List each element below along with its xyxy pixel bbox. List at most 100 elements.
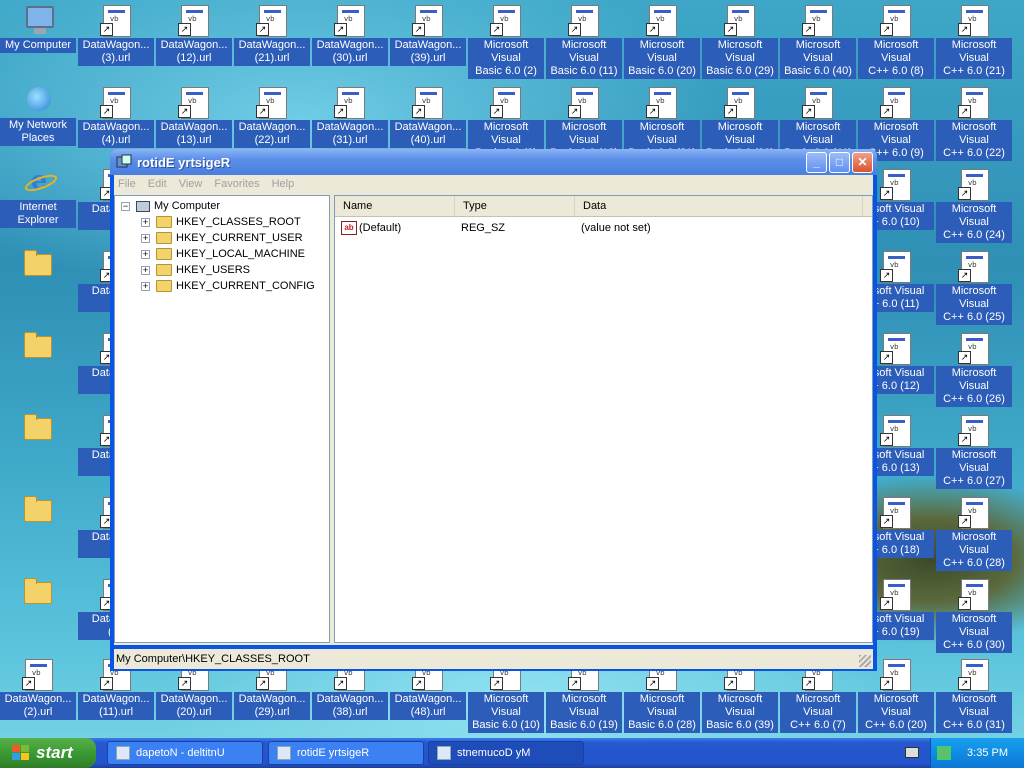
expand-icon[interactable]: + [141,249,150,259]
desktop-icon-mrb-1[interactable]: ↗ Microsoft Visual C++ 6.0 (25) [936,250,1012,325]
start-button[interactable]: start [0,738,96,768]
minimize-button[interactable]: _ [806,151,827,173]
tree-node-hkey-local-machine[interactable]: + HKEY_LOCAL_MACHINE [141,246,305,262]
close-button[interactable]: ✕ [852,151,873,173]
tree-node-hkey-current-user[interactable]: + HKEY_CURRENT_USER [141,230,303,246]
desktop-icon-mrb-4[interactable]: ↗ Microsoft Visual C++ 6.0 (28) [936,496,1012,571]
menu-view[interactable]: View [179,178,203,190]
tree-node-my-computer[interactable]: − My Computer [121,198,220,214]
desktop-icon-r1-6[interactable]: ↗ Microsoft Visual Basic 6.0 (11) [546,4,622,79]
icon-label: Microsoft Visual C++ 6.0 (22) [936,120,1012,161]
desktop-icon-mrb-5[interactable]: ↗ Microsoft Visual C++ 6.0 (30) [936,578,1012,653]
icon-label: DataWagon... (48).url [390,692,466,720]
desktop-icon-r2-1[interactable]: ↗ DataWagon... (13).url [156,86,232,148]
desktop-icon-r1-10[interactable]: ↗ Microsoft Visual C++ 6.0 (8) [858,4,934,79]
folder-icon [156,248,172,260]
desktop-icon-r1-8[interactable]: ↗ Microsoft Visual Basic 6.0 (29) [702,4,778,79]
shortcut-arrow-icon: ↗ [490,677,503,690]
keyboard-icon[interactable] [905,747,919,758]
desktop-icon-r1-2[interactable]: ↗ DataWagon... (21).url [234,4,310,66]
tree-node-hkey-classes-root[interactable]: + HKEY_CLASSES_ROOT [141,214,301,230]
desktop-icon-r2-4[interactable]: ↗ DataWagon... (40).url [390,86,466,148]
maximize-button[interactable]: □ [829,151,850,173]
column-header-name[interactable]: Name [335,196,455,216]
icon-label: Microsoft Visual C++ 6.0 (20) [858,692,934,733]
vb-shortcut-icon: ↗ [958,168,990,201]
my-computer-icon [22,4,54,36]
network-tray-icon[interactable] [937,746,952,760]
desktop-icon-left-1[interactable]: My Network Places [0,84,76,146]
shortcut-arrow-icon: ↗ [880,677,893,690]
desktop-icon-r1-3[interactable]: ↗ DataWagon... (30).url [312,4,388,66]
icon-label: Microsoft Visual Basic 6.0 (11) [546,38,622,79]
url-shortcut-icon: ↗ [100,86,132,119]
menu-edit[interactable]: Edit [148,178,167,190]
close-icon: ✕ [857,154,868,169]
task-label: rotidE yrtsigeR [297,747,370,759]
vb-shortcut-icon: ↗ [646,4,678,37]
expand-icon[interactable]: + [141,265,150,275]
collapse-icon[interactable]: − [121,201,130,211]
desktop-icon-r1-0[interactable]: ↗ DataWagon... (3).url [78,4,154,66]
expand-icon[interactable]: + [141,233,150,243]
column-header-data[interactable]: Data [575,196,863,216]
expand-icon[interactable]: + [141,217,150,227]
taskbar-button-registry-editor[interactable]: rotidE yrtsigeR [268,741,424,765]
tree-node-hkey-users[interactable]: + HKEY_USERS [141,262,250,278]
vb-shortcut-icon: ↗ [958,578,990,611]
icon-label: Microsoft Visual Basic 6.0 (10) [468,692,544,733]
registry-editor-window[interactable]: rotidE yrtsigeR _ □ ✕ File Edit View Fav… [110,149,877,671]
desktop-icon-r1-5[interactable]: ↗ Microsoft Visual Basic 6.0 (2) [468,4,544,79]
desktop-icon-r1-9[interactable]: ↗ Microsoft Visual Basic 6.0 (40) [780,4,856,79]
computer-icon [136,200,150,212]
menu-favorites[interactable]: Favorites [214,178,259,190]
desktop-icon-r1-11[interactable]: ↗ Microsoft Visual C++ 6.0 (21) [936,4,1012,79]
icon-label: DataWagon... (3).url [78,38,154,66]
desktop-icon-left-4[interactable] [0,330,76,364]
registry-tree[interactable]: − My Computer + HKEY_CLASSES_ROOT + HKEY… [114,195,330,643]
desktop-icon-left-5[interactable] [0,412,76,446]
desktop-icon-left-0[interactable]: My Computer [0,4,76,53]
column-header-type[interactable]: Type [455,196,575,216]
desktop-icon-r1-7[interactable]: ↗ Microsoft Visual Basic 6.0 (20) [624,4,700,79]
taskbar-button-my-documents[interactable]: stnemucoD yM [428,741,584,765]
icon-label: DataWagon... (11).url [78,692,154,720]
url-shortcut-icon: ↗ [256,86,288,119]
icon-label: DataWagon... (22).url [234,120,310,148]
desktop-icon-mrb-3[interactable]: ↗ Microsoft Visual C++ 6.0 (27) [936,414,1012,489]
desktop-icon-left-6[interactable] [0,494,76,528]
shortcut-arrow-icon: ↗ [490,105,503,118]
title-bar[interactable]: rotidE yrtsigeR _ □ ✕ [110,149,877,175]
desktop-icon-r2-2[interactable]: ↗ DataWagon... (22).url [234,86,310,148]
desktop-icon-left-2[interactable]: e Internet Explorer [0,166,76,228]
menu-file[interactable]: File [118,178,136,190]
desktop-icon-r1-1[interactable]: ↗ DataWagon... (12).url [156,4,232,66]
desktop-icon-r2-0[interactable]: ↗ DataWagon... (4).url [78,86,154,148]
resize-grip[interactable] [859,655,871,667]
network-places-icon [22,84,54,116]
desktop-icon-r1-4[interactable]: ↗ DataWagon... (39).url [390,4,466,66]
tree-node-label: My Computer [154,200,221,212]
taskbar-button-notepad[interactable]: dapetoN - deltitnU [107,741,263,765]
vb-shortcut-icon: ↗ [490,4,522,37]
shortcut-arrow-icon: ↗ [178,105,191,118]
desktop-icon-mrb-0[interactable]: ↗ Microsoft Visual C++ 6.0 (24) [936,168,1012,243]
desktop-icon-b-11[interactable]: ↗ Microsoft Visual C++ 6.0 (31) [936,658,1012,733]
desktop-icon-r2-11[interactable]: ↗ Microsoft Visual C++ 6.0 (22) [936,86,1012,161]
desktop-icon-left-3[interactable] [0,248,76,282]
shortcut-arrow-icon: ↗ [568,105,581,118]
values-list[interactable]: Name Type Data ab (Default) REG_SZ (value… [334,195,873,643]
menu-help[interactable]: Help [272,178,295,190]
desktop-icon-r2-3[interactable]: ↗ DataWagon... (31).url [312,86,388,148]
shortcut-arrow-icon: ↗ [880,187,893,200]
tree-node-hkey-current-config[interactable]: + HKEY_CURRENT_CONFIG [141,278,315,294]
value-name-cell: ab (Default) [335,220,455,235]
desktop-icon-mrb-2[interactable]: ↗ Microsoft Visual C++ 6.0 (26) [936,332,1012,407]
desktop-icon-left-7[interactable] [0,576,76,610]
list-row[interactable]: ab (Default) REG_SZ (value not set) [335,219,872,236]
vb-shortcut-icon: ↗ [568,86,600,119]
clock[interactable]: 3:35 PM [967,747,1008,759]
desktop-icon-left-8[interactable]: ↗ DataWagon... (2).url [0,658,76,720]
expand-icon[interactable]: + [141,281,150,291]
value-type: REG_SZ [461,221,506,234]
